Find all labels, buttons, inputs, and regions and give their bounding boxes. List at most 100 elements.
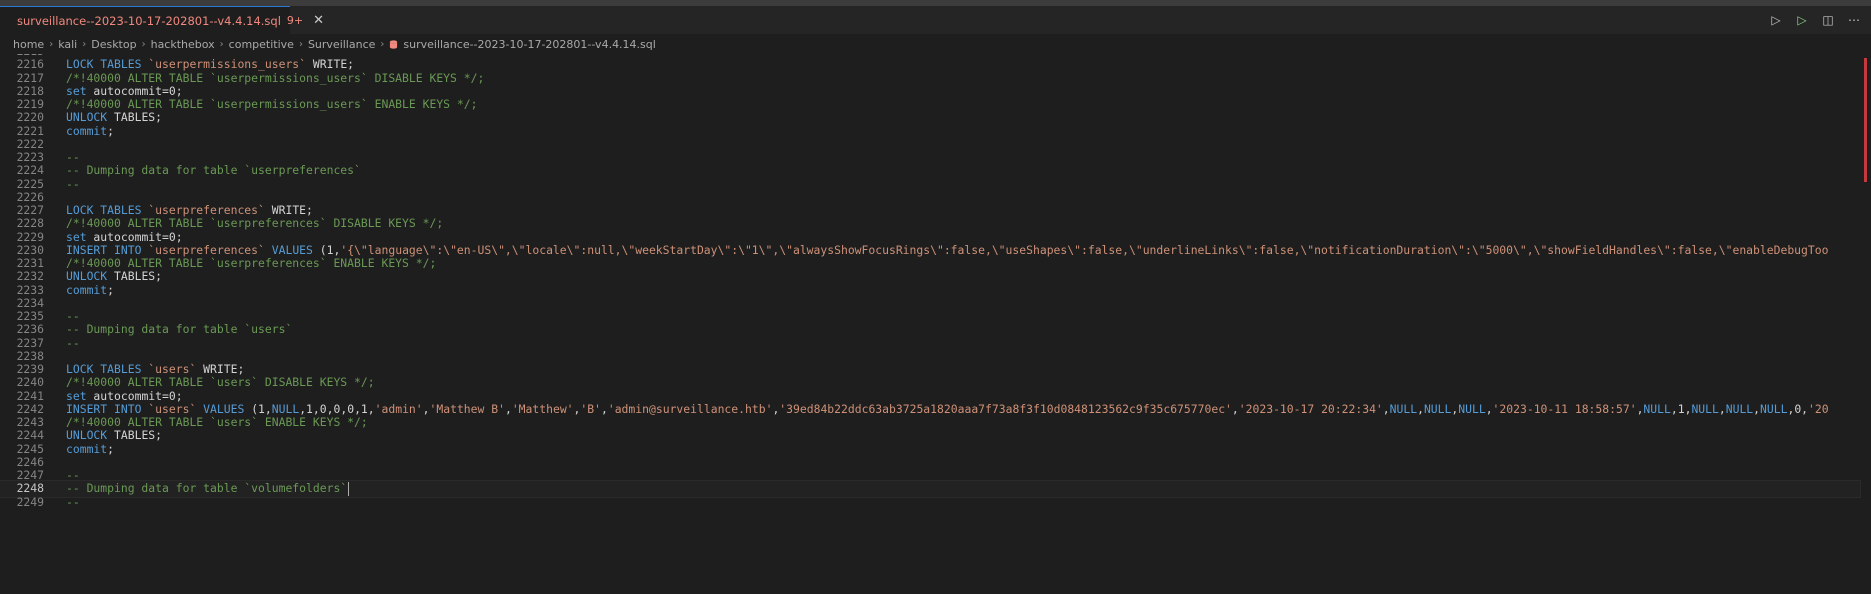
run-icon[interactable]: ▷ <box>1769 13 1783 27</box>
code-token: -- <box>66 309 80 323</box>
code-token: , <box>1417 401 1424 416</box>
code-token: commit <box>66 441 108 456</box>
code-token: ; <box>107 441 115 456</box>
code-token: TABLES; <box>107 428 163 443</box>
code-token: INSERT INTO <box>66 242 149 257</box>
code-token: VALUES <box>196 401 252 416</box>
code-token: (1, <box>319 242 341 257</box>
code-token: , <box>1485 401 1493 416</box>
code-token: `userpermissions_users` <box>148 57 307 72</box>
breadcrumb-item-file[interactable]: surveillance--2023-10-17-202801--v4.4.14… <box>403 38 655 51</box>
run-debug-icon[interactable]: ▷ <box>1795 13 1809 27</box>
breadcrumb-item-surveillance[interactable]: Surveillance <box>308 38 375 51</box>
code-token: /*!40000 ALTER TABLE `users` ENABLE KEYS… <box>66 415 368 429</box>
code-token: NULL <box>1691 401 1719 416</box>
code-token: , <box>422 401 430 416</box>
code-token: -- Dumping data for table `userpreferenc… <box>66 163 361 178</box>
code-token: autocommit=0; <box>86 388 183 403</box>
code-token: commit <box>66 123 108 138</box>
breadcrumb-item-competitive[interactable]: competitive <box>229 38 294 51</box>
code-token: NULL <box>1389 401 1418 416</box>
chevron-right-icon: › <box>82 38 87 50</box>
code-token: 'admin' <box>374 401 423 416</box>
breadcrumb-item-kali[interactable]: kali <box>58 38 77 51</box>
tab-filename: surveillance--2023-10-17-202801--v4.4.14… <box>17 13 281 28</box>
code-token: UNLOCK <box>66 428 108 443</box>
code-token: NULL <box>1725 401 1754 416</box>
breadcrumb-item-hackthebox[interactable]: hackthebox <box>151 38 215 51</box>
tab-sql-file[interactable]: surveillance--2023-10-17-202801--v4.4.14… <box>0 6 324 34</box>
code-token: NULL <box>1643 401 1671 416</box>
code-token: , <box>1753 401 1761 416</box>
code-token: -- <box>66 468 80 482</box>
code-token: , <box>1718 401 1726 416</box>
code-token: /*!40000 ALTER TABLE `users` DISABLE KEY… <box>66 375 375 390</box>
more-actions-icon[interactable]: ⋯ <box>1847 13 1861 27</box>
line-number: 2249 <box>16 494 44 509</box>
code-token: (1, <box>251 401 272 416</box>
code-token: set <box>66 388 87 403</box>
breadcrumb-item-desktop[interactable]: Desktop <box>91 38 136 51</box>
code-token: /*!40000 ALTER TABLE `userpreferences` E… <box>66 256 437 270</box>
code-token: set <box>66 83 87 98</box>
code-token: WRITE; <box>306 57 355 72</box>
code-token: INSERT INTO <box>66 401 149 416</box>
code-token: autocommit=0; <box>86 83 183 98</box>
code-token: -- <box>66 150 80 164</box>
code-token: '2023-10-11 18:58:57' <box>1492 401 1637 416</box>
chevron-right-icon: › <box>219 38 224 50</box>
chevron-right-icon: › <box>49 38 54 50</box>
code-token: NULL <box>1423 401 1452 416</box>
code-token: /*!40000 ALTER TABLE `userpermissions_us… <box>66 70 485 85</box>
code-token: ,1,0,0,0,1, <box>299 401 375 416</box>
code-text: -- <box>66 495 80 511</box>
split-editor-icon[interactable]: ◫ <box>1821 13 1835 27</box>
breadcrumb: home › kali › Desktop › hackthebox › com… <box>0 34 1871 54</box>
code-token: '20 <box>1808 401 1829 416</box>
code-token: TABLES; <box>107 269 163 284</box>
code-token: VALUES <box>264 242 320 257</box>
vertical-scrollbar[interactable] <box>1861 54 1867 594</box>
code-token: 'admin@surveillance.htb' <box>607 401 773 416</box>
code-token: WRITE; <box>264 203 313 217</box>
code-token: /*!40000 ALTER TABLE `userpreferences` D… <box>66 216 444 231</box>
code-token: LOCK TABLES <box>66 362 149 376</box>
code-token: ; <box>107 123 115 138</box>
code-token: , <box>1382 401 1390 416</box>
code-token: '{\"language\":\"en-US\",\"locale\":null… <box>340 242 1829 257</box>
code-token: commit <box>66 282 108 297</box>
database-icon <box>390 39 398 49</box>
code-line[interactable]: 2249 -- <box>0 495 1860 511</box>
scrollbar-error-marker <box>1864 58 1867 182</box>
code-token: ,1, <box>1670 401 1692 416</box>
tab-bar: surveillance--2023-10-17-202801--v4.4.14… <box>0 6 1871 34</box>
code-token: set <box>66 229 87 244</box>
problems-badge: 9+ <box>286 14 304 27</box>
code-token: `userpreferences` <box>148 242 265 257</box>
code-token: TABLES; <box>107 110 163 125</box>
breadcrumb-item-home[interactable]: home <box>13 38 44 51</box>
code-token: autocommit=0; <box>86 229 183 244</box>
code-token: LOCK TABLES <box>66 57 149 72</box>
code-token: -- Dumping data for table `users` <box>66 322 293 337</box>
code-token: -- <box>66 335 80 350</box>
code-token: NULL <box>271 401 300 416</box>
code-token: , <box>504 401 512 416</box>
chevron-right-icon: › <box>141 38 146 50</box>
close-icon[interactable]: ✕ <box>313 13 324 28</box>
code-token: WRITE; <box>196 362 245 376</box>
code-token: , <box>600 401 608 416</box>
code-token: NULL <box>1760 401 1788 416</box>
code-token: 'Matthew B' <box>429 401 505 416</box>
code-editor[interactable]: 22152216LOCK TABLES `userpermissions_use… <box>0 54 1871 594</box>
code-token: `userpreferences` <box>148 203 265 217</box>
code-token: '2023-10-17 20:22:34' <box>1238 401 1383 416</box>
code-token: NULL <box>1458 401 1486 416</box>
code-token: 'Matthew' <box>511 401 574 416</box>
code-token: ,0, <box>1787 401 1809 416</box>
code-token: 'B' <box>580 401 601 416</box>
code-token: /*!40000 ALTER TABLE `userpermissions_us… <box>66 97 478 111</box>
code-token: , <box>1231 401 1239 416</box>
code-token: LOCK TABLES <box>66 203 149 217</box>
code-token: `users` <box>148 401 197 416</box>
